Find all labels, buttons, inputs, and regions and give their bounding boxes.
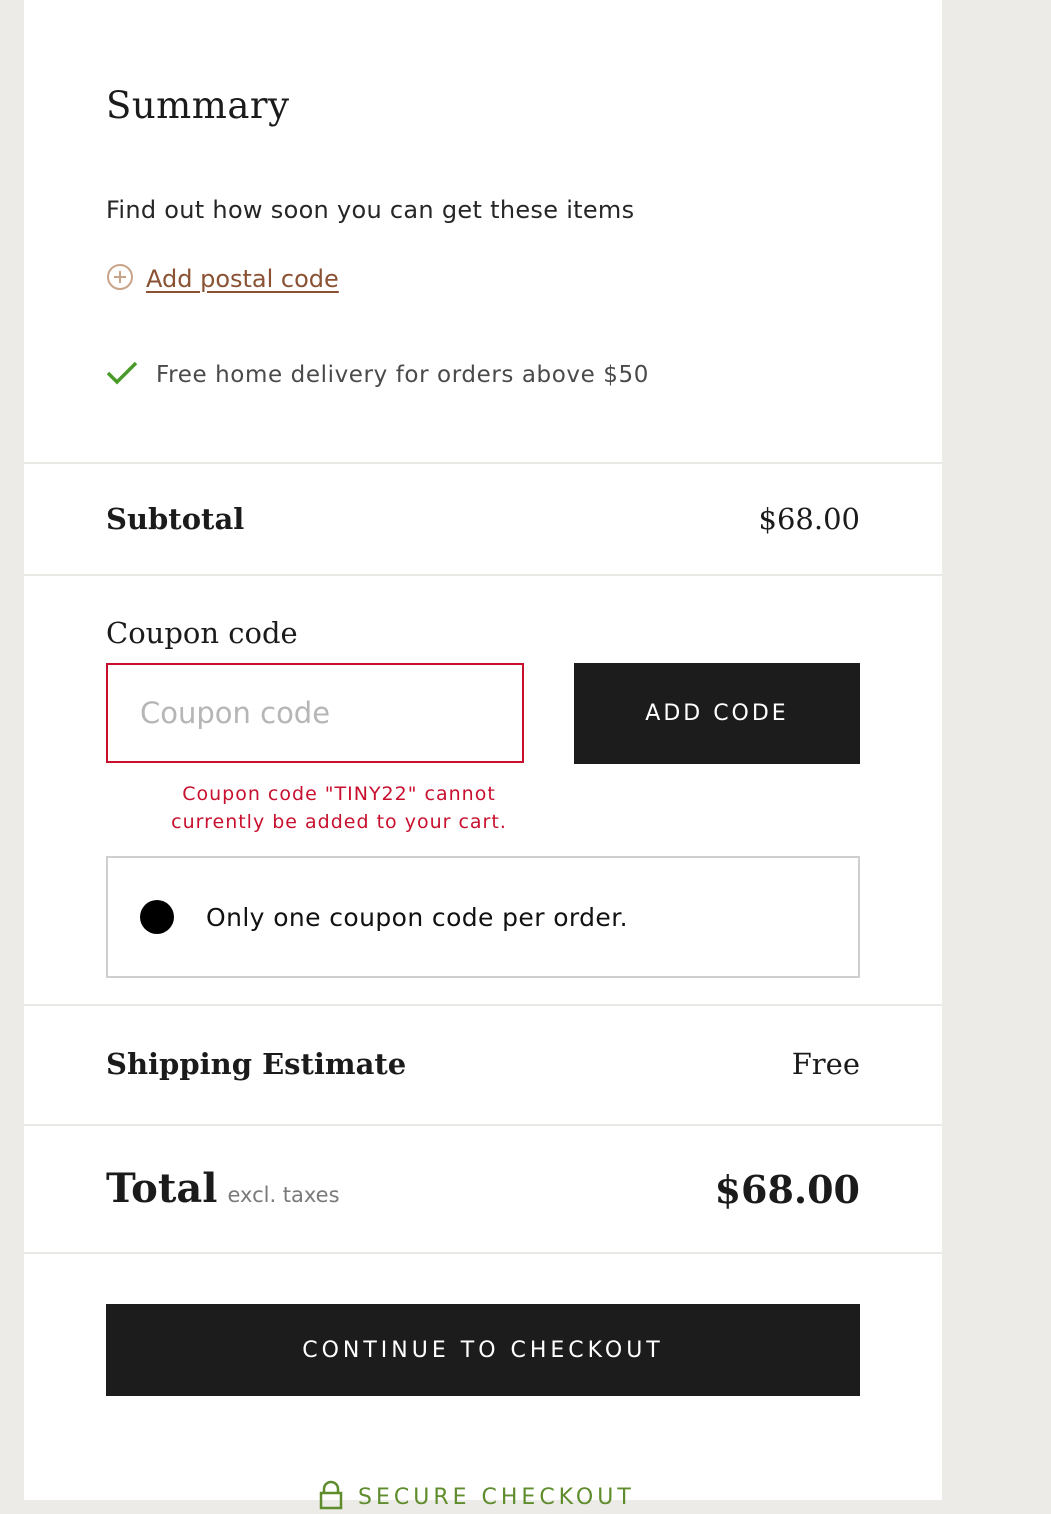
total-tax-note: excl. taxes [227,1183,340,1207]
secure-checkout-label: SECURE CHECKOUT [358,1484,635,1510]
divider [24,462,942,464]
coupon-label: Coupon code [106,616,298,650]
bullet-icon [140,900,174,934]
coupon-code-input[interactable] [106,663,524,763]
divider [24,1004,942,1006]
continue-to-checkout-button[interactable]: CONTINUE TO CHECKOUT [106,1304,860,1396]
add-code-button[interactable]: ADD CODE [574,663,860,764]
divider [24,1124,942,1126]
divider [24,1252,942,1254]
add-postal-code-link[interactable]: Add postal code [106,263,339,295]
total-value: $68.00 [714,1167,860,1212]
shipping-label: Shipping Estimate [106,1047,407,1081]
coupon-error-line: currently be added to your cart. [171,811,507,833]
free-delivery-note: Free home delivery for orders above $50 [106,360,649,390]
subtotal-value: $68.00 [758,502,860,536]
coupon-notice-text: Only one coupon code per order. [206,902,628,932]
total-label: Total [106,1165,218,1212]
plus-circle-icon [106,263,134,295]
total-label-group: Total excl. taxes [106,1165,340,1212]
shipping-value: Free [791,1047,860,1081]
delivery-estimate-intro: Find out how soon you can get these item… [106,196,635,224]
summary-title: Summary [106,84,290,127]
secure-checkout-badge: SECURE CHECKOUT [318,1480,635,1514]
coupon-notice: Only one coupon code per order. [106,856,860,978]
divider [24,574,942,576]
add-postal-code-label[interactable]: Add postal code [146,265,339,293]
lock-icon [318,1480,344,1514]
subtotal-label: Subtotal [106,502,245,536]
coupon-error-line: Coupon code "TINY22" cannot [182,783,496,805]
coupon-error-message: Coupon code "TINY22" cannot currently be… [106,780,572,836]
checkmark-icon [106,360,138,390]
order-summary-panel: Summary Find out how soon you can get th… [24,0,942,1510]
free-delivery-text: Free home delivery for orders above $50 [156,362,650,388]
